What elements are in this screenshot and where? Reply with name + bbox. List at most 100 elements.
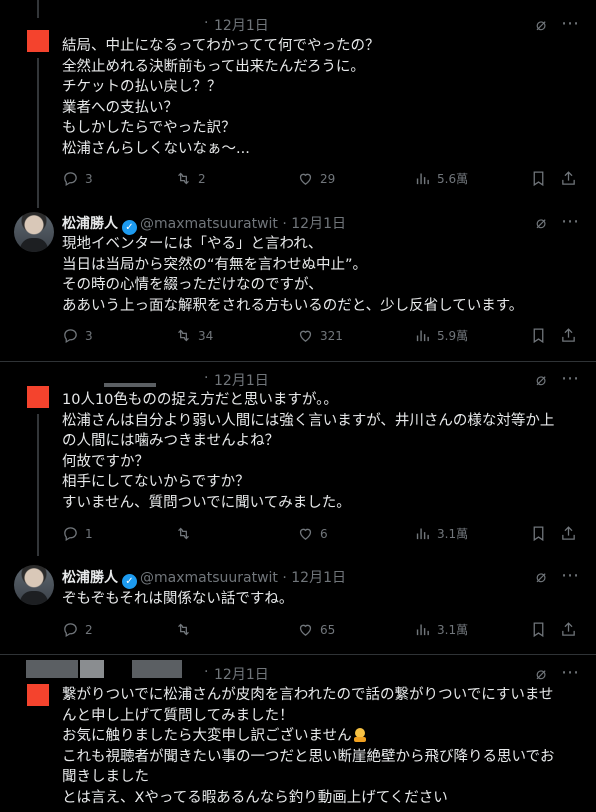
tweet-text: 現地イベンターには「やる」と言われ、 当日は当局から突然の“有無を言わせぬ中止”… — [62, 236, 524, 314]
like-button[interactable]: 65 — [297, 621, 335, 638]
tweet-date[interactable]: 12月1日 — [214, 15, 269, 35]
bookmark-icon — [530, 327, 547, 344]
author-handle[interactable]: @maxmatsuuratwit — [140, 216, 278, 232]
divider — [0, 361, 596, 362]
likes-count: 6 — [320, 526, 328, 541]
author-name[interactable]: 松浦勝人 — [62, 216, 118, 232]
tweet-date[interactable]: 12月1日 — [214, 370, 269, 390]
thread-line — [37, 58, 39, 208]
bowing-emoji-icon — [353, 728, 366, 742]
share-button[interactable] — [560, 170, 577, 187]
like-icon — [297, 525, 314, 542]
share-icon — [560, 170, 577, 187]
likes-count: 65 — [320, 622, 336, 637]
more-icon[interactable]: ⋯ — [561, 368, 580, 389]
likes-count: 29 — [320, 171, 336, 186]
like-button[interactable]: 6 — [297, 525, 328, 542]
replies-count: 1 — [85, 526, 93, 541]
repost-button[interactable] — [175, 621, 198, 638]
more-icon[interactable]: ⋯ — [561, 211, 580, 232]
grok-icon[interactable]: ⌀ — [536, 15, 546, 35]
tweet-actions: 1 6 3.1萬 — [62, 525, 582, 545]
avatar[interactable] — [27, 386, 49, 408]
share-button[interactable] — [560, 621, 577, 638]
avatar[interactable] — [27, 30, 49, 52]
author-handle[interactable]: @maxmatsuuratwit — [140, 570, 278, 586]
repost-button[interactable]: 2 — [175, 170, 206, 187]
like-button[interactable]: 321 — [297, 327, 343, 344]
bookmark-button[interactable] — [530, 170, 547, 187]
views-button[interactable]: 3.1萬 — [414, 525, 468, 542]
share-button[interactable] — [560, 327, 577, 344]
reposts-count: 34 — [198, 328, 214, 343]
repost-button[interactable] — [175, 525, 198, 542]
grok-icon[interactable]: ⌀ — [536, 370, 546, 390]
views-icon — [414, 170, 431, 187]
views-button[interactable]: 5.9萬 — [414, 327, 468, 344]
reply-icon — [62, 525, 79, 542]
bookmark-icon — [530, 621, 547, 638]
views-count: 3.1萬 — [437, 527, 469, 541]
more-icon[interactable]: ⋯ — [561, 565, 580, 586]
reply-button[interactable]: 1 — [62, 525, 93, 542]
likes-count: 321 — [320, 328, 343, 343]
repost-icon — [175, 621, 192, 638]
replies-count: 2 — [85, 622, 93, 637]
author-name[interactable]: 松浦勝人 — [62, 570, 118, 586]
bookmark-icon — [530, 170, 547, 187]
bookmark-button[interactable] — [530, 621, 547, 638]
repost-icon — [175, 170, 192, 187]
grok-icon[interactable]: ⌀ — [536, 567, 546, 587]
like-icon — [297, 327, 314, 344]
tweet-date[interactable]: 12月1日 — [214, 664, 269, 684]
tweet-text: 繋がりついでに松浦さんが皮肉を言われたので話の繋がりついでにすいませ んと申し上… — [62, 687, 555, 806]
grok-icon[interactable]: ⌀ — [536, 213, 546, 233]
tweet-date[interactable]: 12月1日 — [291, 570, 346, 586]
redacted-name — [104, 383, 156, 387]
redacted-avatar — [26, 660, 78, 678]
bookmark-icon — [530, 525, 547, 542]
repost-button[interactable]: 34 — [175, 327, 213, 344]
thread-line — [37, 0, 39, 18]
grok-icon[interactable]: ⌀ — [536, 664, 546, 684]
replies-count: 3 — [85, 328, 93, 343]
divider — [0, 654, 596, 655]
repost-icon — [175, 327, 192, 344]
views-count: 5.6萬 — [437, 172, 469, 186]
share-button[interactable] — [560, 525, 577, 542]
views-count: 5.9萬 — [437, 329, 469, 343]
reply-icon — [62, 170, 79, 187]
tweet-date[interactable]: 12月1日 — [291, 216, 346, 232]
redacted-name — [132, 660, 182, 678]
like-button[interactable]: 29 — [297, 170, 335, 187]
tweet-actions: 3 34 321 5.9萬 — [62, 327, 582, 347]
views-button[interactable]: 5.6萬 — [414, 170, 468, 187]
views-count: 3.1萬 — [437, 623, 469, 637]
avatar[interactable] — [14, 212, 54, 252]
reply-button[interactable]: 3 — [62, 327, 93, 344]
bookmark-button[interactable] — [530, 327, 547, 344]
reply-icon — [62, 621, 79, 638]
reply-button[interactable]: 3 — [62, 170, 93, 187]
more-icon[interactable]: ⋯ — [561, 662, 580, 683]
reply-icon — [62, 327, 79, 344]
share-icon — [560, 327, 577, 344]
tweet-actions: 3 2 29 5.6萬 — [62, 170, 582, 190]
views-icon — [414, 327, 431, 344]
verified-badge-icon: ✓ — [122, 574, 137, 589]
verified-badge-icon: ✓ — [122, 220, 137, 235]
thread-line — [37, 414, 39, 556]
avatar[interactable] — [27, 684, 49, 706]
views-button[interactable]: 3.1萬 — [414, 621, 468, 638]
replies-count: 3 — [85, 171, 93, 186]
bookmark-button[interactable] — [530, 525, 547, 542]
views-icon — [414, 621, 431, 638]
reposts-count: 2 — [198, 171, 206, 186]
share-icon — [560, 525, 577, 542]
reply-button[interactable]: 2 — [62, 621, 93, 638]
more-icon[interactable]: ⋯ — [561, 13, 580, 34]
avatar[interactable] — [14, 565, 54, 605]
tweet-actions: 2 65 3.1萬 — [62, 621, 582, 641]
like-icon — [297, 621, 314, 638]
tweet-text: 10人10色ものの捉え方だと思いますが。。 松浦さんは自分より弱い人間には強く言… — [62, 392, 555, 511]
